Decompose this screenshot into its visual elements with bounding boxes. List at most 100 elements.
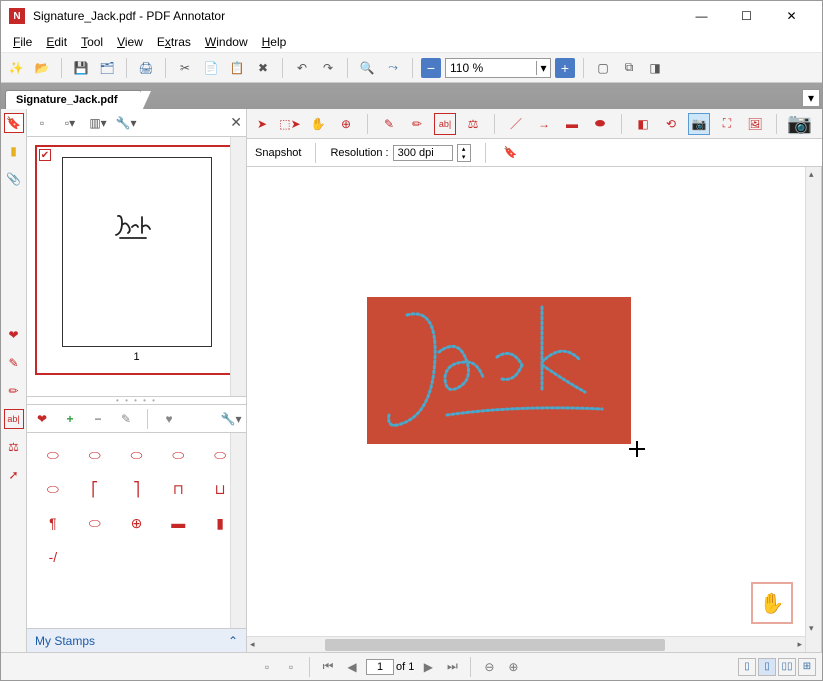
notes-tab-icon[interactable]: ▮: [4, 141, 24, 161]
attachments-tab-icon[interactable]: 📎: [4, 169, 24, 189]
stamps-scrollbar[interactable]: [230, 433, 246, 628]
view-grid-icon[interactable]: ⊞: [798, 658, 816, 676]
page-thumbnail[interactable]: 1: [35, 145, 238, 375]
arrow-tool-icon[interactable]: ➚: [4, 465, 24, 485]
page-icon-2[interactable]: ▫: [281, 657, 301, 677]
snapshot-tool-icon[interactable]: 📷: [688, 113, 710, 135]
horizontal-scrollbar[interactable]: [247, 636, 805, 652]
document-tab[interactable]: Signature_Jack.pdf: [5, 90, 142, 109]
pen-icon[interactable]: ✎: [378, 113, 400, 135]
stamps-category-bar[interactable]: My Stamps ⌃: [27, 628, 246, 652]
find-next-icon[interactable]: ⤳: [382, 57, 404, 79]
stamp-item[interactable]: ⊓: [162, 477, 194, 501]
zoom-out-button[interactable]: −: [421, 58, 441, 78]
line-icon[interactable]: ／: [505, 113, 527, 135]
stamp-item[interactable]: ⎡: [79, 477, 111, 501]
marker-tool-icon[interactable]: ✏: [4, 381, 24, 401]
open-icon[interactable]: 📂: [31, 57, 53, 79]
minimize-button[interactable]: —: [679, 2, 724, 30]
page-options-icon[interactable]: ▫▾: [59, 112, 81, 134]
textbox-icon[interactable]: ab|: [434, 113, 456, 135]
last-page-icon[interactable]: ⏭: [442, 657, 462, 677]
stamp-item[interactable]: ⬭: [79, 443, 111, 467]
scrollbar-thumb[interactable]: [325, 639, 665, 651]
tag-icon[interactable]: 🔖: [500, 142, 522, 164]
favorite-stamp-icon[interactable]: ❤: [31, 408, 53, 430]
close-button[interactable]: ✕: [769, 2, 814, 30]
continuous-icon[interactable]: ⧉: [618, 57, 640, 79]
resolution-spinner[interactable]: ▴▾: [457, 144, 471, 162]
zoom-tool-icon[interactable]: ⊕: [335, 113, 357, 135]
stamp-icon[interactable]: ⚖: [462, 113, 484, 135]
menu-window[interactable]: Window: [199, 33, 254, 51]
arrow-icon[interactable]: →: [533, 113, 555, 135]
maximize-button[interactable]: ☐: [724, 2, 769, 30]
stamp-settings-icon[interactable]: 🔧▾: [220, 408, 242, 430]
stamp-item[interactable]: ⬭: [79, 511, 111, 535]
nav-back-icon[interactable]: ⊖: [479, 657, 499, 677]
stamp-item[interactable]: ¶: [37, 511, 69, 535]
single-page-icon[interactable]: ▢: [592, 57, 614, 79]
first-page-icon[interactable]: ⏮: [318, 657, 338, 677]
new-page-icon[interactable]: ▫: [31, 112, 53, 134]
save-all-icon[interactable]: 🗂: [96, 57, 118, 79]
highlighter-icon[interactable]: ✏: [406, 113, 428, 135]
zoom-dropdown-icon[interactable]: ▾: [536, 61, 550, 75]
menu-edit[interactable]: Edit: [40, 33, 73, 51]
pen-tool-icon[interactable]: ✎: [4, 353, 24, 373]
menu-tool[interactable]: Tool: [75, 33, 109, 51]
new-icon[interactable]: ✨: [5, 57, 27, 79]
view-continuous-icon[interactable]: ▯: [758, 658, 776, 676]
vertical-scrollbar[interactable]: [805, 167, 821, 652]
pointer-tool-icon[interactable]: ➤: [251, 113, 273, 135]
favorites-icon[interactable]: ❤: [4, 325, 24, 345]
zoom-combo[interactable]: ▾: [445, 58, 551, 78]
view-single-icon[interactable]: ▯: [738, 658, 756, 676]
edit-stamp-icon[interactable]: ✎: [115, 408, 137, 430]
thumbnail-checkbox[interactable]: ✔: [39, 149, 51, 161]
prev-page-icon[interactable]: ◀: [342, 657, 362, 677]
search-icon[interactable]: 🔍: [356, 57, 378, 79]
heart-filter-icon[interactable]: ♥: [158, 408, 180, 430]
cut-icon[interactable]: ✂: [174, 57, 196, 79]
settings-icon[interactable]: 🔧▾: [115, 112, 137, 134]
bookmark-tab-icon[interactable]: 🔖: [4, 113, 24, 133]
stamp-tool-icon[interactable]: ⚖: [4, 437, 24, 457]
menu-extras[interactable]: Extras: [151, 33, 197, 51]
stamp-item[interactable]: ⊕: [121, 511, 153, 535]
stamp-item[interactable]: ⬭: [162, 443, 194, 467]
zoom-input[interactable]: [446, 61, 536, 75]
tab-overflow-button[interactable]: ▾: [802, 89, 820, 107]
ellipse-icon[interactable]: ⬬: [589, 113, 611, 135]
stamp-item[interactable]: ▬: [162, 511, 194, 535]
remove-stamp-icon[interactable]: −: [87, 408, 109, 430]
crop-icon[interactable]: ⛶: [716, 113, 738, 135]
print-icon[interactable]: 🖨: [135, 57, 157, 79]
resolution-input[interactable]: [393, 145, 453, 161]
page-icon[interactable]: ▫: [257, 657, 277, 677]
pan-floating-button[interactable]: ✋: [751, 582, 793, 624]
close-panel-icon[interactable]: ✕: [230, 114, 242, 131]
view-two-page-icon[interactable]: ▯▯: [778, 658, 796, 676]
next-page-icon[interactable]: ▶: [418, 657, 438, 677]
panel-splitter[interactable]: • • • • •: [27, 397, 246, 405]
add-stamp-icon[interactable]: +: [59, 408, 81, 430]
capture-icon[interactable]: 📷: [787, 111, 812, 136]
two-page-icon[interactable]: ◨: [644, 57, 666, 79]
save-icon[interactable]: 💾: [70, 57, 92, 79]
undo-icon[interactable]: ↶: [291, 57, 313, 79]
copy-icon[interactable]: 📄: [200, 57, 222, 79]
thumbnail-scrollbar[interactable]: [230, 137, 246, 396]
delete-icon[interactable]: ✖: [252, 57, 274, 79]
rectangle-icon[interactable]: ▬: [561, 113, 583, 135]
zoom-in-button[interactable]: +: [555, 58, 575, 78]
menu-view[interactable]: View: [111, 33, 149, 51]
page-number-input[interactable]: [366, 659, 394, 675]
view-options-icon[interactable]: ▥▾: [87, 112, 109, 134]
menu-file[interactable]: File: [7, 33, 38, 51]
nav-forward-icon[interactable]: ⊕: [503, 657, 523, 677]
text-tool-icon[interactable]: ab|: [4, 409, 24, 429]
snapshot-selection[interactable]: [367, 297, 631, 444]
redo-icon[interactable]: ↷: [317, 57, 339, 79]
stamp-item[interactable]: ⬭: [37, 443, 69, 467]
